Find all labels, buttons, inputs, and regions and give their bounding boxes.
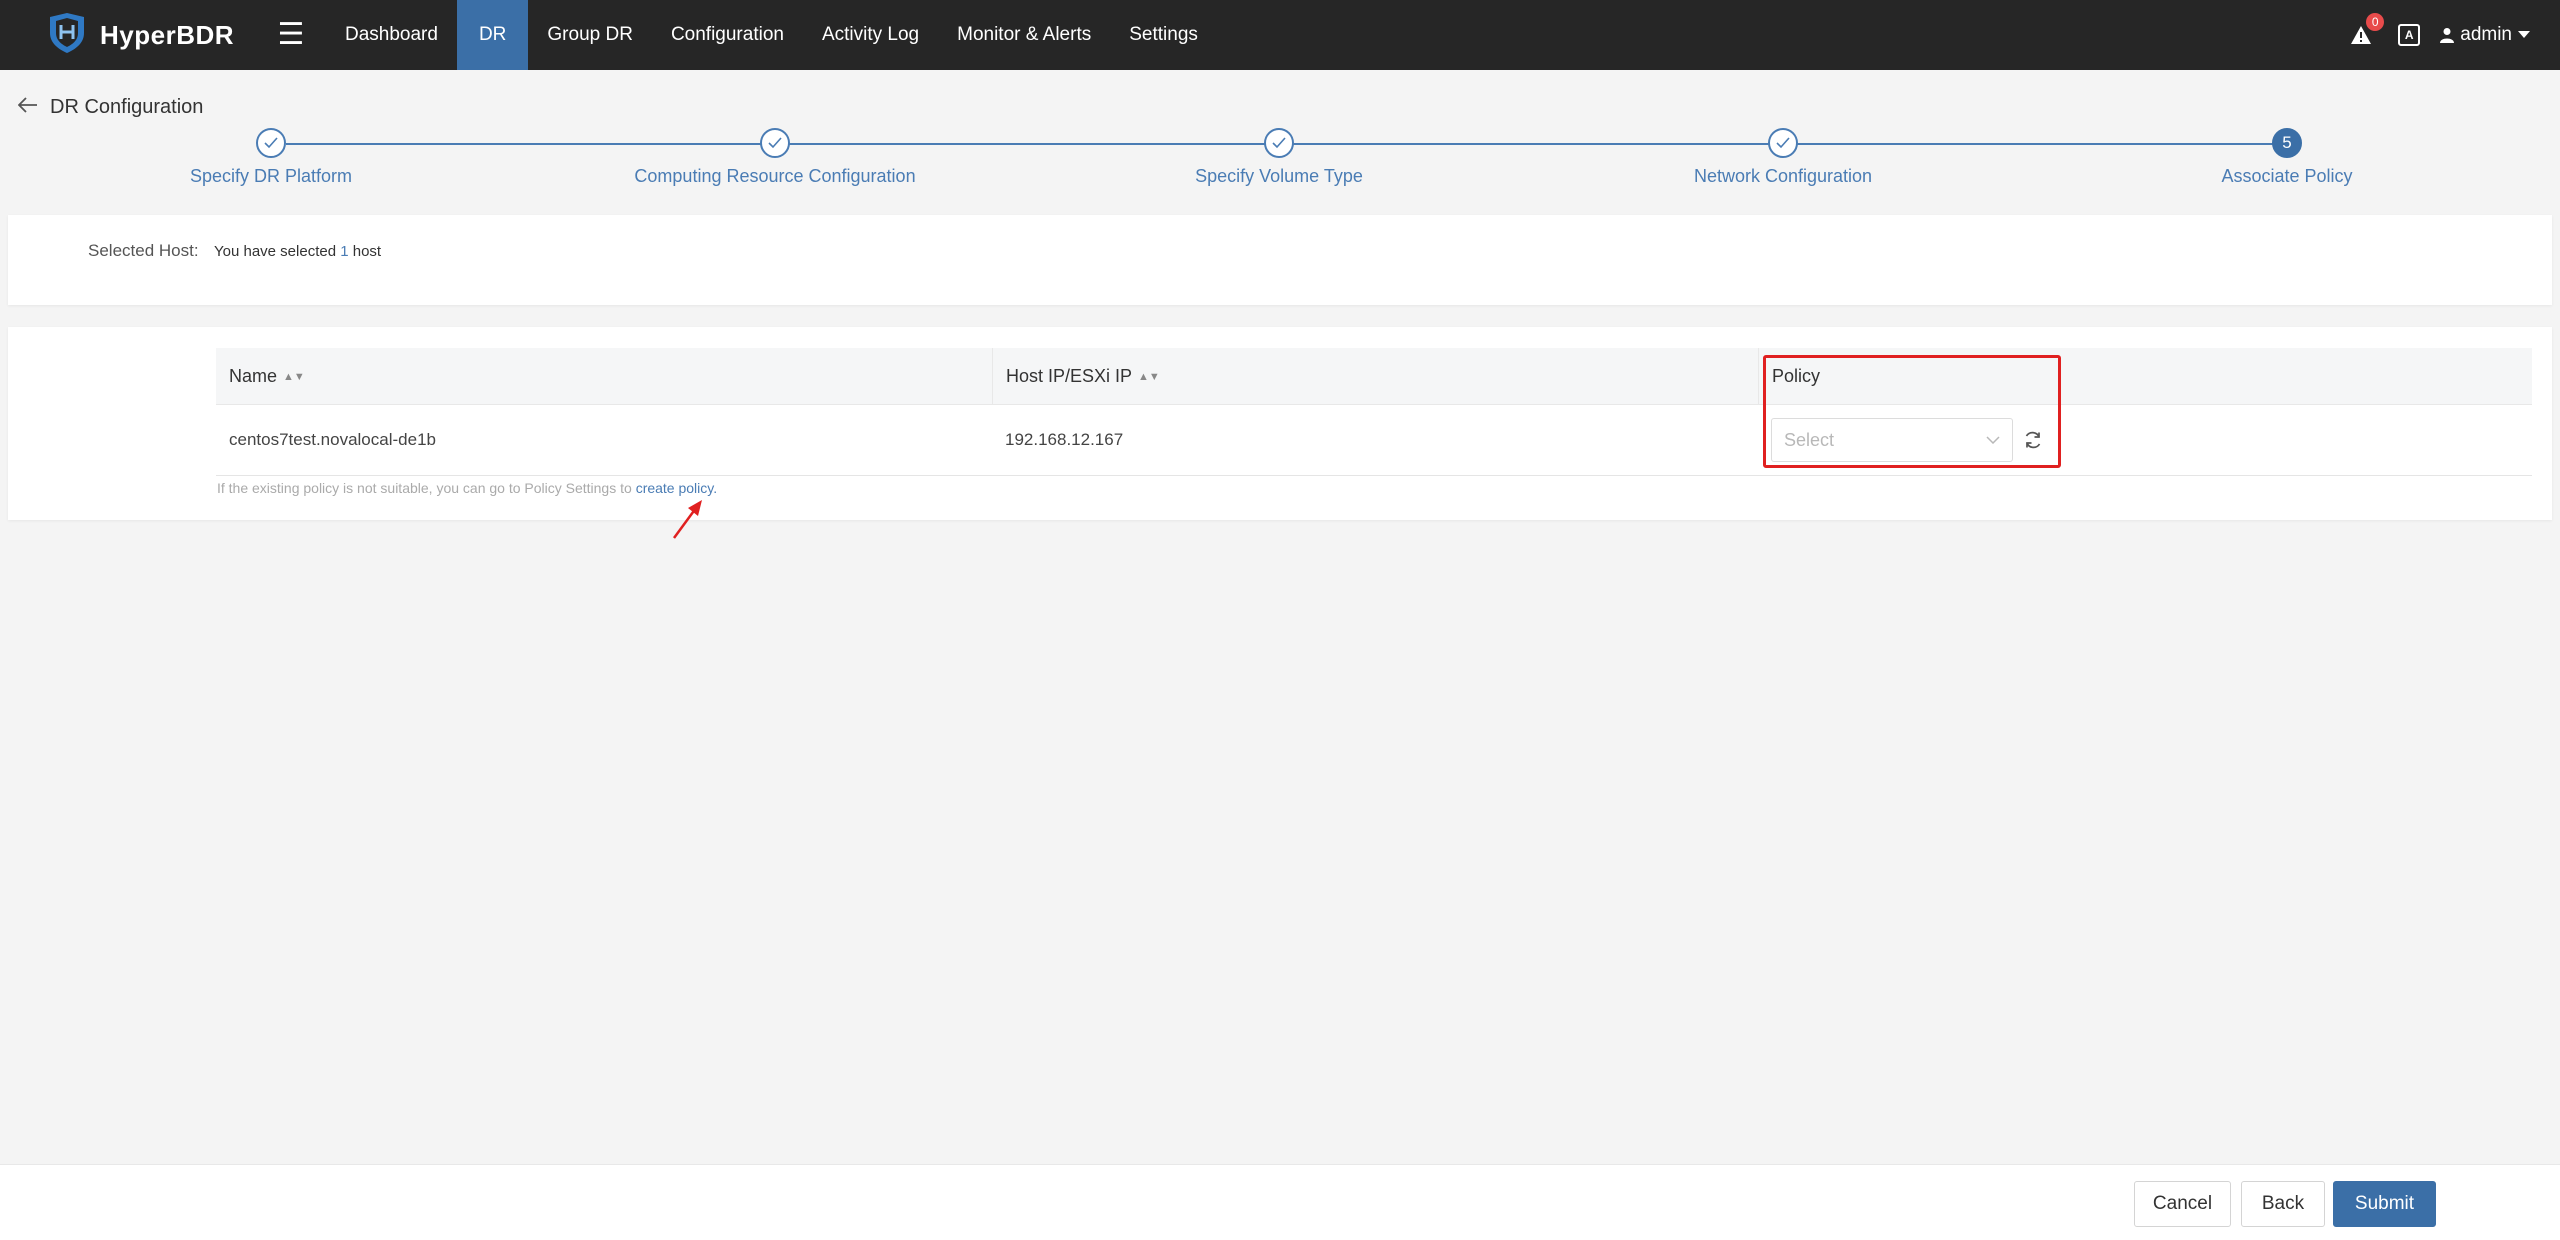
- nav-activity-log[interactable]: Activity Log: [803, 0, 938, 70]
- nav-configuration[interactable]: Configuration: [652, 0, 803, 70]
- policy-cell: Select: [1758, 418, 2532, 462]
- wizard-stepper: Specify DR Platform Computing Resource C…: [0, 128, 2560, 188]
- selected-host-count: 1: [340, 243, 349, 260]
- column-header-label: Name: [229, 366, 278, 386]
- submit-button[interactable]: Submit: [2333, 1181, 2436, 1227]
- cancel-button[interactable]: Cancel: [2134, 1181, 2231, 1227]
- column-header-name[interactable]: Name ▲▼: [216, 348, 992, 404]
- hyperbdr-logo-icon: [46, 12, 88, 58]
- host-ip-cell: 192.168.12.167: [1005, 430, 1124, 449]
- user-icon: [2440, 28, 2455, 43]
- selected-host-panel: Selected Host: You have selected 1 host: [8, 215, 2552, 305]
- column-header-label: Host IP/ESXi IP: [1006, 366, 1133, 386]
- host-name-cell: centos7test.novalocal-de1b: [229, 430, 436, 449]
- main-nav: Dashboard DR Group DR Configuration Acti…: [326, 0, 1217, 70]
- step-label: Network Configuration: [1693, 166, 1873, 186]
- policy-table-panel: Name ▲▼ Host IP/ESXi IP ▲▼ Policy centos7t…: [8, 327, 2552, 520]
- table-row: centos7test.novalocal-de1b 192.168.12.16…: [216, 405, 2532, 476]
- create-policy-link[interactable]: create policy.: [636, 480, 717, 496]
- sort-icon[interactable]: ▲▼: [283, 371, 305, 383]
- column-header-label: Policy: [1772, 366, 1821, 386]
- brand-name: HyperBDR: [100, 19, 235, 50]
- nav-settings[interactable]: Settings: [1110, 0, 1217, 70]
- sort-icon[interactable]: ▲▼: [1138, 371, 1160, 383]
- header-right: 0 A admin: [2346, 0, 2530, 70]
- policy-hint: If the existing policy is not suitable, …: [217, 480, 717, 496]
- selected-host-suffix: host: [352, 243, 382, 260]
- alerts-button[interactable]: 0: [2346, 13, 2385, 50]
- user-name: admin: [2460, 24, 2512, 45]
- nav-dr[interactable]: DR: [456, 0, 529, 70]
- step-computing-resource: Computing Resource Configuration: [575, 128, 975, 187]
- step-volume-type: Specify Volume Type: [1079, 128, 1479, 187]
- check-icon: [1768, 128, 1798, 158]
- step-label: Computing Resource Configuration: [634, 166, 916, 186]
- back-arrow-icon[interactable]: [17, 96, 38, 119]
- nav-monitor-alerts[interactable]: Monitor & Alerts: [938, 0, 1110, 70]
- check-icon: [760, 128, 790, 158]
- refresh-icon[interactable]: [2023, 430, 2043, 450]
- step-label: Specify Volume Type: [1195, 166, 1363, 186]
- step-label: Associate Policy: [2221, 166, 2353, 186]
- step-label: Specify DR Platform: [189, 166, 353, 186]
- footer-bar: Cancel Back Submit: [0, 1164, 2560, 1240]
- check-icon: [256, 128, 286, 158]
- check-icon: [1264, 128, 1294, 158]
- page-header: DR Configuration: [17, 92, 204, 122]
- alert-count-badge: 0: [2366, 13, 2385, 31]
- selected-host-prefix: You have selected: [214, 243, 337, 260]
- column-header-ip[interactable]: Host IP/ESXi IP ▲▼: [992, 348, 1758, 404]
- brand[interactable]: HyperBDR: [46, 12, 246, 58]
- step-associate-policy: 5 Associate Policy: [2087, 128, 2487, 187]
- step-specify-dr-platform: Specify DR Platform: [71, 128, 471, 187]
- step-network-configuration: Network Configuration: [1583, 128, 1983, 187]
- policy-select[interactable]: Select: [1771, 418, 2013, 462]
- policy-hint-text: If the existing policy is not suitable, …: [217, 480, 632, 496]
- table-header: Name ▲▼ Host IP/ESXi IP ▲▼ Policy: [216, 348, 2532, 405]
- host-policy-table: Name ▲▼ Host IP/ESXi IP ▲▼ Policy centos7t…: [216, 348, 2532, 476]
- annotation-arrow-icon: [670, 498, 706, 545]
- chevron-down-icon: [1986, 436, 2000, 444]
- selected-host-label: Selected Host:: [88, 241, 199, 260]
- language-icon[interactable]: A: [2398, 24, 2421, 46]
- step-number: 5: [2272, 128, 2302, 158]
- page-title: DR Configuration: [50, 95, 204, 118]
- policy-select-placeholder: Select: [1784, 429, 1835, 450]
- back-button[interactable]: Back: [2241, 1181, 2325, 1227]
- caret-down-icon: [2518, 31, 2530, 38]
- column-header-policy: Policy: [1758, 348, 2532, 404]
- selected-host-summary: You have selected 1 host: [214, 243, 381, 260]
- nav-group-dr[interactable]: Group DR: [528, 0, 652, 70]
- nav-dashboard[interactable]: Dashboard: [326, 0, 457, 70]
- user-menu[interactable]: admin: [2440, 24, 2530, 46]
- menu-toggle-icon[interactable]: ☰: [266, 0, 316, 70]
- top-navbar: HyperBDR ☰ Dashboard DR Group DR Configu…: [0, 0, 2560, 70]
